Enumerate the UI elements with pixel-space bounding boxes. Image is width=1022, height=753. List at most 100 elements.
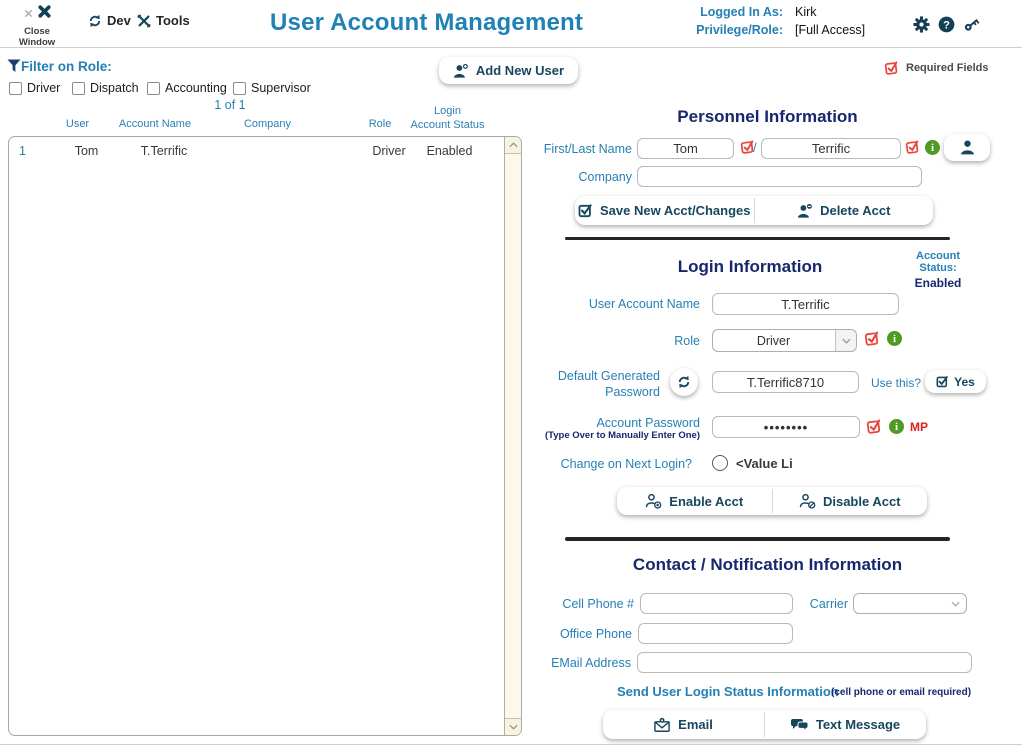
- personnel-section-title: Personnel Information: [525, 107, 1010, 127]
- office-phone-label: Office Phone: [520, 627, 632, 641]
- account-password-label-block: Account Password (Type Over to Manually …: [520, 416, 700, 441]
- dev-button[interactable]: Dev: [88, 13, 131, 28]
- column-header-company[interactable]: Company: [230, 118, 305, 132]
- dispatch-checkbox-box[interactable]: [72, 82, 85, 95]
- send-text-button[interactable]: Text Message: [765, 710, 926, 739]
- save-new-acct-button[interactable]: Save New Acct/Changes: [575, 196, 754, 225]
- accounting-checkbox-label: Accounting: [165, 81, 227, 95]
- person-icon: [959, 139, 976, 156]
- accounting-checkbox-box[interactable]: [147, 82, 160, 95]
- send-login-status-label: Send User Login Status Information: [617, 684, 839, 699]
- email-text-button-group: Email Text Message: [603, 710, 926, 739]
- save-delete-button-group: Save New Acct/Changes Delete Acct: [575, 196, 933, 225]
- refresh-icon: [677, 375, 691, 389]
- cell-phone-label: Cell Phone #: [520, 597, 634, 611]
- carrier-label: Carrier: [770, 597, 848, 611]
- column-header-login-status[interactable]: Login Account Status: [405, 105, 490, 133]
- office-phone-field[interactable]: [638, 623, 793, 644]
- table-row[interactable]: 1 Tom T.Terrific Driver Enabled: [9, 144, 521, 162]
- column-header-user[interactable]: User: [40, 118, 115, 132]
- send-login-status-note: (cell phone or email required): [831, 687, 971, 698]
- table-scrollbar[interactable]: [504, 137, 521, 735]
- contact-section-title: Contact / Notification Information: [525, 555, 1010, 575]
- gear-icon[interactable]: [913, 16, 930, 33]
- key-icon[interactable]: [963, 16, 980, 33]
- scroll-down-button[interactable]: [505, 718, 521, 735]
- close-window-button[interactable]: Close Window: [6, 4, 68, 48]
- disable-acct-button[interactable]: Disable Acct: [773, 487, 928, 515]
- column-header-account-name[interactable]: Account Name: [115, 118, 195, 132]
- save-new-acct-label: Save New Acct/Changes: [600, 203, 751, 218]
- required-check-icon: [884, 60, 900, 76]
- chevron-down-icon: [951, 601, 960, 607]
- carrier-select[interactable]: [853, 593, 967, 614]
- default-generated-password-label: Default Generated Password: [540, 368, 660, 401]
- close-x-icon: [37, 4, 52, 19]
- checkbox-dispatch[interactable]: Dispatch: [72, 81, 139, 95]
- checkbox-driver[interactable]: Driver: [9, 81, 60, 95]
- sync-icon: [88, 14, 102, 28]
- top-toolbar: Close Window Dev Tools User Account Mana…: [0, 0, 1022, 48]
- last-name-field[interactable]: [761, 138, 901, 159]
- checkbox-supervisor[interactable]: Supervisor: [233, 81, 311, 95]
- mp-indicator: MP: [910, 420, 928, 434]
- send-email-label: Email: [678, 717, 713, 732]
- company-field[interactable]: [637, 166, 922, 187]
- user-account-name-label: User Account Name: [540, 297, 700, 311]
- tools-button[interactable]: Tools: [137, 13, 190, 28]
- enable-disable-button-group: Enable Acct Disable Acct: [617, 487, 927, 515]
- logged-in-row: Logged In As: Kirk: [688, 5, 817, 19]
- dev-label: Dev: [107, 13, 131, 28]
- role-select-chevron[interactable]: [835, 330, 856, 351]
- add-new-user-button[interactable]: Add New User: [439, 57, 578, 84]
- info-icon[interactable]: i: [887, 331, 902, 346]
- user-account-management-window: Close Window Dev Tools User Account Mana…: [0, 0, 1022, 753]
- yes-check-icon: [936, 375, 949, 388]
- supervisor-checkbox-box[interactable]: [233, 82, 246, 95]
- role-select-value: Driver: [713, 330, 834, 351]
- change-next-login-radio[interactable]: [712, 455, 728, 471]
- chevron-down-icon: [509, 724, 518, 730]
- info-icon[interactable]: i: [889, 419, 904, 434]
- email-address-field[interactable]: [637, 652, 972, 673]
- role-select[interactable]: Driver: [712, 329, 857, 352]
- row-user-cell: Tom: [49, 144, 124, 158]
- account-status-block: Account Status: Enabled: [898, 250, 978, 290]
- account-password-label: Account Password: [520, 416, 700, 430]
- first-name-field[interactable]: [637, 138, 734, 159]
- scroll-up-button[interactable]: [505, 137, 521, 154]
- add-user-icon: [453, 63, 469, 79]
- login-section-title: Login Information: [560, 257, 940, 277]
- carrier-select-chevron[interactable]: [945, 594, 966, 613]
- email-address-label: EMail Address: [505, 656, 631, 670]
- row-number-cell: 1: [19, 144, 39, 158]
- default-password-field[interactable]: [712, 371, 859, 393]
- delete-acct-button[interactable]: Delete Acct: [755, 196, 934, 225]
- pagination-indicator: 1 of 1: [195, 98, 265, 112]
- info-icon[interactable]: i: [925, 140, 940, 155]
- driver-checkbox-box[interactable]: [9, 82, 22, 95]
- tools-label: Tools: [156, 13, 190, 28]
- email-icon: [654, 717, 671, 733]
- yes-label: Yes: [954, 375, 975, 389]
- personnel-photo-button[interactable]: [944, 134, 990, 161]
- account-password-field[interactable]: [712, 416, 860, 438]
- account-status-value: Enabled: [898, 276, 978, 290]
- enable-acct-button[interactable]: Enable Acct: [617, 487, 772, 515]
- logged-in-label: Logged In As:: [688, 5, 783, 19]
- checkbox-accounting[interactable]: Accounting: [147, 81, 227, 95]
- name-separator: /: [753, 140, 757, 155]
- help-icon[interactable]: [938, 16, 955, 33]
- enable-acct-label: Enable Acct: [669, 494, 743, 509]
- page-title: User Account Management: [270, 9, 583, 37]
- use-this-yes-button[interactable]: Yes: [925, 370, 986, 393]
- user-account-name-field[interactable]: [712, 293, 899, 315]
- user-list-table[interactable]: 1 Tom T.Terrific Driver Enabled: [8, 136, 522, 736]
- send-email-button[interactable]: Email: [603, 710, 764, 739]
- dispatch-checkbox-label: Dispatch: [90, 81, 139, 95]
- row-account-name-cell: T.Terrific: [116, 144, 212, 158]
- wrench-icon: [137, 14, 151, 28]
- regenerate-password-button[interactable]: [670, 368, 698, 396]
- driver-checkbox-label: Driver: [27, 81, 60, 95]
- required-fields-label: Required Fields: [906, 62, 989, 74]
